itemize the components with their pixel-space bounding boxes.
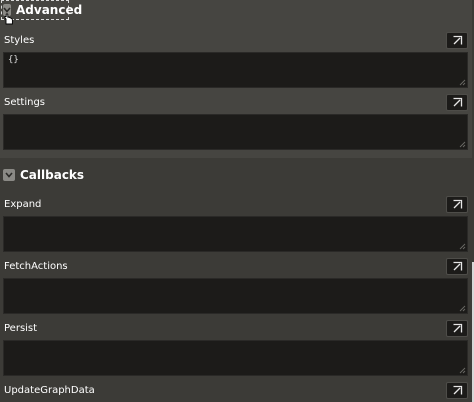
styles-textarea[interactable]: {} bbox=[3, 52, 468, 88]
open-editor-button-fetchactions[interactable] bbox=[446, 258, 468, 275]
field-label-expand: Expand bbox=[4, 199, 42, 210]
resize-grip-icon[interactable] bbox=[459, 367, 466, 374]
resize-grip-icon[interactable] bbox=[459, 243, 466, 250]
open-external-icon bbox=[453, 35, 462, 45]
open-editor-button-styles[interactable] bbox=[446, 32, 468, 49]
advanced-section-title: Advanced bbox=[16, 3, 83, 17]
resize-grip-icon[interactable] bbox=[459, 79, 466, 86]
open-external-icon bbox=[453, 323, 462, 333]
open-external-icon bbox=[453, 97, 462, 107]
resize-grip-icon[interactable] bbox=[459, 141, 466, 148]
field-label-settings: Settings bbox=[4, 97, 46, 108]
hand-cursor-icon bbox=[3, 10, 15, 29]
open-external-icon bbox=[453, 261, 462, 271]
settings-textarea[interactable] bbox=[3, 114, 468, 150]
field-label-persist: Persist bbox=[4, 323, 38, 334]
open-external-icon bbox=[453, 385, 462, 395]
persist-textarea[interactable] bbox=[3, 340, 468, 376]
fetchactions-textarea[interactable] bbox=[3, 278, 468, 314]
open-editor-button-persist[interactable] bbox=[446, 320, 468, 337]
expand-textarea[interactable] bbox=[3, 216, 468, 252]
styles-value: {} bbox=[8, 55, 19, 65]
open-editor-button-updategraphdata[interactable] bbox=[446, 382, 468, 399]
chevron-down-icon[interactable] bbox=[3, 169, 15, 181]
open-editor-button-expand[interactable] bbox=[446, 196, 468, 213]
field-label-styles: Styles bbox=[4, 35, 35, 46]
field-label-updategraphdata: UpdateGraphData bbox=[4, 385, 95, 396]
resize-grip-icon[interactable] bbox=[459, 305, 466, 312]
callbacks-section-header[interactable]: Callbacks bbox=[3, 164, 84, 186]
callbacks-settings-panel: Advanced Styles {} Settings Callbacks Ex… bbox=[0, 0, 474, 402]
callbacks-section-title: Callbacks bbox=[20, 168, 85, 182]
open-external-icon bbox=[453, 199, 462, 209]
field-label-fetchactions: FetchActions bbox=[4, 261, 68, 272]
open-editor-button-settings[interactable] bbox=[446, 94, 468, 111]
